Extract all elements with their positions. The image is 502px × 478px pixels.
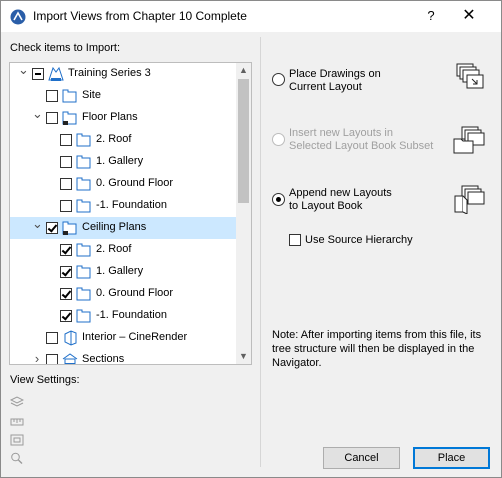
tree-row[interactable]: › Sections (10, 349, 236, 365)
tree-row[interactable]: 0. Ground Floor (10, 173, 236, 195)
expand-chevron-down-icon[interactable]: ⌄ (18, 63, 29, 76)
layers-icon (10, 396, 24, 407)
tree-row-checkbox[interactable] (46, 332, 58, 344)
folder-view-icon (76, 265, 91, 279)
folder-view-icon (62, 89, 77, 103)
panel-divider (260, 37, 261, 467)
tree-row[interactable]: -1. Foundation (10, 195, 236, 217)
tree-row-checkbox[interactable] (60, 310, 72, 322)
tree-row[interactable]: Interior – CineRender (10, 327, 236, 349)
scroll-up-arrow-icon[interactable]: ▲ (236, 63, 251, 78)
folder-view-icon (76, 155, 91, 169)
ceiling-plan-icon (62, 221, 77, 235)
insert-layout-subset-icon (453, 126, 485, 154)
folder-view-icon (76, 243, 91, 257)
tree-row-label: Interior – CineRender (82, 331, 188, 343)
tree-row[interactable]: ⌄ Training Series 3 (10, 63, 236, 85)
tree-row-checkbox[interactable] (60, 156, 72, 168)
tree-row[interactable]: 2. Roof (10, 239, 236, 261)
tree-row[interactable]: -1. Foundation (10, 305, 236, 327)
section-icon (62, 353, 78, 364)
place-button[interactable]: Place (413, 447, 490, 469)
tree-row[interactable]: 1. Gallery (10, 261, 236, 283)
place-drawings-radio[interactable] (272, 73, 285, 86)
tree-row-checkbox[interactable] (60, 244, 72, 256)
archicad-app-icon (10, 9, 26, 25)
folder-view-icon (76, 287, 91, 301)
tree-row-checkbox[interactable] (46, 112, 58, 124)
tree-row-label: Training Series 3 (68, 67, 151, 79)
expand-chevron-right-icon[interactable]: › (32, 352, 42, 364)
floor-plan-icon (62, 111, 77, 125)
tree-row-label: Ceiling Plans (82, 221, 147, 233)
append-layouts-label: Append new Layouts to Layout Book (289, 187, 392, 212)
tree-row-checkbox[interactable] (60, 134, 72, 146)
folder-view-icon (76, 199, 91, 213)
tree-row-checkbox[interactable] (46, 222, 58, 234)
close-button[interactable]: ✕ (457, 5, 481, 27)
insert-layouts-radio[interactable] (272, 133, 285, 146)
tree-row-label: Floor Plans (82, 111, 138, 123)
scroll-thumb[interactable] (238, 79, 249, 203)
project-map-icon (48, 66, 64, 81)
tree-row-label: -1. Foundation (96, 199, 167, 211)
use-source-hierarchy-label: Use Source Hierarchy (305, 234, 413, 246)
tree-row-label: 1. Gallery (96, 265, 144, 277)
tree-row-label: Site (82, 89, 101, 101)
check-items-label: Check items to Import: (10, 42, 121, 54)
tree-row-label: Sections (82, 353, 125, 365)
zoom-icon (11, 452, 23, 464)
tree-row-label: 0. Ground Floor (96, 177, 174, 189)
tree-row-checkbox[interactable] (60, 200, 72, 212)
tree-row-label: 0. Ground Floor (96, 287, 174, 299)
scale-icon (10, 418, 24, 426)
tree-row-checkbox[interactable] (60, 178, 72, 190)
use-source-hierarchy-checkbox[interactable] (289, 234, 301, 246)
tree-row-checkbox[interactable] (46, 354, 58, 364)
help-button[interactable]: ? (419, 5, 443, 27)
tree-row-checkbox[interactable] (60, 266, 72, 278)
tree-row-label: 2. Roof (96, 133, 132, 145)
tree-row[interactable]: 2. Roof (10, 129, 236, 151)
view-settings-label: View Settings: (10, 374, 80, 386)
import-views-dialog: Import Views from Chapter 10 Complete ? … (0, 0, 502, 478)
folder-view-icon (76, 177, 91, 191)
place-on-layout-icon (456, 63, 484, 89)
insert-layouts-label: Insert new Layouts in Selected Layout Bo… (289, 127, 434, 152)
append-layout-book-icon (454, 185, 485, 214)
place-drawings-label: Place Drawings on Current Layout (289, 68, 381, 93)
append-layouts-radio[interactable] (272, 193, 285, 206)
folder-view-icon (76, 309, 91, 323)
tree-row[interactable]: Site (10, 85, 236, 107)
cancel-button[interactable]: Cancel (323, 447, 400, 469)
model-view-icon (10, 434, 24, 446)
expand-chevron-down-icon[interactable]: ⌄ (32, 217, 43, 230)
tree-row[interactable]: ⌄ Floor Plans (10, 107, 236, 129)
tree-row-label: 2. Roof (96, 243, 132, 255)
tree-row-label: 1. Gallery (96, 155, 144, 167)
tree-row[interactable]: ⌄ Ceiling Plans (10, 217, 236, 239)
window-title: Import Views from Chapter 10 Complete (33, 9, 247, 23)
tree-row[interactable]: 1. Gallery (10, 151, 236, 173)
note-text: Note: After importing items from this fi… (272, 329, 482, 369)
expand-chevron-down-icon[interactable]: ⌄ (32, 107, 43, 120)
tree-row-checkbox[interactable] (32, 68, 44, 80)
tree-row-checkbox[interactable] (46, 90, 58, 102)
3d-view-icon (64, 330, 77, 346)
title-bar: Import Views from Chapter 10 Complete ? … (1, 1, 501, 32)
tree-scrollbar[interactable]: ▲ ▼ (236, 63, 251, 364)
tree-row-checkbox[interactable] (60, 288, 72, 300)
tree-row[interactable]: 0. Ground Floor (10, 283, 236, 305)
scroll-down-arrow-icon[interactable]: ▼ (236, 349, 251, 364)
tree-row-label: -1. Foundation (96, 309, 167, 321)
folder-view-icon (76, 133, 91, 147)
views-tree[interactable]: ⌄ Training Series 3 Site ⌄ Floor Plans 2. Roo… (9, 62, 252, 365)
